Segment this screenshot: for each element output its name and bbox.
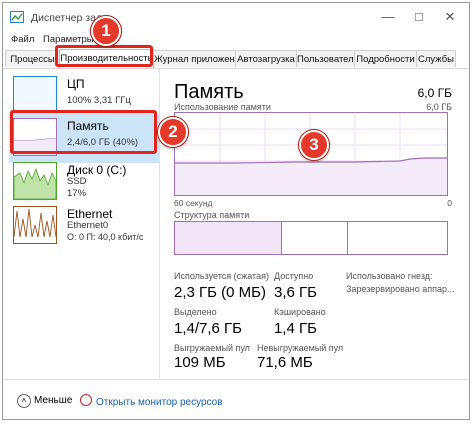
tab-users[interactable]: Пользователи (296, 50, 355, 67)
sidebar-item-detail-2: О: 0 П: 40,0 кбит/с (67, 232, 144, 242)
available-label: Доступно (274, 271, 314, 281)
sidebar-item-detail: 100% 3,31 ГГц (67, 95, 131, 106)
nonpaged-pool-label: Невыгружаемый пул (257, 343, 344, 353)
sidebar-item-label: Ethernet (67, 207, 113, 221)
page-title: Память (174, 81, 244, 103)
resource-monitor-label: Открыть монитор ресурсов (96, 397, 223, 408)
sidebar-item-label: Диск 0 (C:) (67, 163, 127, 177)
zero-axis-label: 0 (447, 198, 452, 208)
fewer-details-label: Меньше (34, 395, 73, 406)
minimize-button[interactable]: — (378, 9, 398, 25)
paged-pool-label: Выгружаемый пул (174, 343, 250, 353)
step-3-badge: 3 (299, 130, 329, 160)
chevron-up-icon: ˄ (17, 394, 31, 408)
step-2-badge: 2 (158, 117, 188, 147)
memory-composition-bar (174, 221, 448, 255)
in-use-label: Используется (сжатая) (174, 271, 269, 281)
close-button[interactable]: ✕ (440, 9, 460, 25)
memory-total: 6,0 ГБ (417, 86, 452, 100)
usage-label: Использование памяти (174, 102, 271, 112)
sidebar-item-detail: SSD (67, 176, 87, 187)
usage-max-label: 6,0 ГБ (426, 102, 452, 112)
composition-in-use[interactable] (175, 222, 282, 254)
tab-details[interactable]: Подробности (354, 50, 417, 67)
cached-value: 1,4 ГБ (274, 320, 317, 337)
maximize-button[interactable]: □ (409, 9, 429, 25)
available-value: 3,6 ГБ (274, 284, 317, 301)
ethernet-thumbnail (13, 206, 57, 244)
sidebar-item-detail: Ethernet0 (67, 220, 109, 231)
step-1-badge: 1 (91, 16, 121, 46)
footer-bar: ˄ Меньше Открыть монитор ресурсов (3, 379, 469, 419)
time-axis-label: 60 секунд (174, 198, 213, 208)
sidebar-item-ethernet[interactable]: Ethernet Ethernet0 О: 0 П: 40,0 кбит/с (9, 201, 159, 251)
committed-value: 1,4/7,6 ГБ (174, 320, 243, 337)
cached-label: Кэшировано (274, 307, 326, 317)
menu-options[interactable]: Параметры (43, 34, 94, 45)
resource-monitor-link[interactable]: Открыть монитор ресурсов (80, 394, 223, 408)
tab-services[interactable]: Службы (416, 50, 456, 67)
disk-thumbnail (13, 162, 57, 200)
cpu-thumbnail (13, 76, 57, 114)
structure-label: Структура памяти (174, 210, 250, 220)
menu-file[interactable]: Файл (11, 34, 34, 45)
fewer-details-link[interactable]: ˄ Меньше (17, 394, 72, 408)
composition-standby[interactable] (348, 222, 447, 254)
tab-app-history[interactable]: Журнал приложений (153, 50, 236, 67)
task-manager-icon (10, 11, 24, 23)
slots-label: Использовано гнезд: (346, 271, 433, 281)
title-bar: Диспетчер зада — □ ✕ (3, 3, 469, 33)
memory-panel: Память 6,0 ГБ Использование памяти 6,0 Г… (163, 69, 469, 379)
tab-startup[interactable]: Автозагрузка (235, 50, 297, 67)
sidebar-item-detail-2: 17% (67, 188, 87, 199)
committed-label: Выделено (174, 307, 217, 317)
tab-processes[interactable]: Процессы (5, 50, 60, 67)
nonpaged-pool-value: 71,6 МБ (257, 354, 313, 371)
paged-pool-value: 109 МБ (174, 354, 226, 371)
composition-modified[interactable] (282, 222, 348, 254)
in-use-value: 2,3 ГБ (0 МБ) (174, 284, 266, 301)
sidebar-item-label: ЦП (67, 77, 85, 91)
reserved-label: Зарезервировано аппар... (346, 284, 455, 294)
memory-highlight (10, 110, 157, 154)
resource-monitor-icon (80, 394, 92, 406)
tab-highlight (55, 45, 153, 67)
sidebar-item-disk[interactable]: Диск 0 (C:) SSD 17% (9, 157, 159, 207)
